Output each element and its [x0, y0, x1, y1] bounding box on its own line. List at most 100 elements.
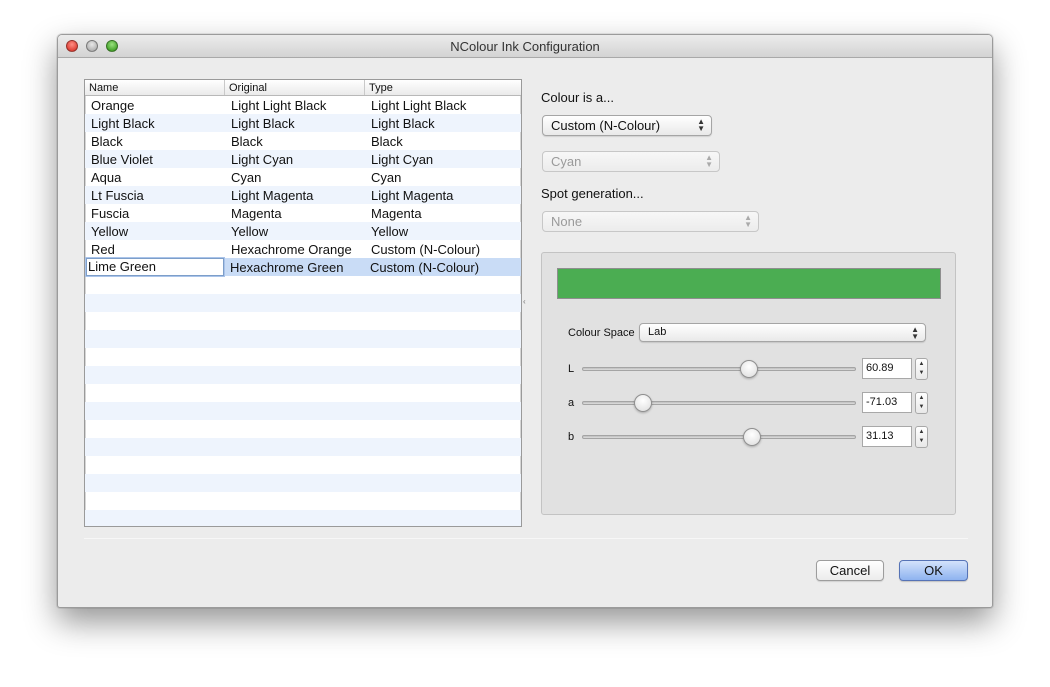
title-bar: NColour Ink Configuration [58, 35, 992, 58]
slider-knob[interactable] [739, 360, 758, 378]
cell-type: Black [371, 133, 403, 149]
column-header-type[interactable]: Type [365, 80, 521, 95]
channel-slider-b[interactable] [582, 428, 856, 446]
cell-name: Yellow [91, 223, 129, 239]
empty-table-row [85, 384, 521, 402]
cell-original: Yellow [231, 223, 269, 239]
popup-arrows-icon: ▲ ▼ [744, 213, 752, 229]
popup-arrows-icon: ▲ ▼ [911, 325, 919, 341]
ink-config-window: NColour Ink Configuration Name Original … [57, 34, 993, 608]
table-row[interactable]: Yellow Yellow Yellow [85, 222, 521, 240]
spot-generation-value: None [551, 214, 583, 229]
footer-divider [84, 538, 968, 539]
table-row[interactable]: Fuscia Magenta Magenta [85, 204, 521, 222]
cell-name: Light Black [91, 115, 155, 131]
secondary-colour-popup[interactable]: Cyan ▲ ▼ [542, 151, 720, 172]
channel-field-a[interactable]: -71.03 [862, 392, 912, 413]
popup-arrows-icon: ▲ ▼ [697, 117, 705, 133]
secondary-colour-value: Cyan [551, 154, 582, 169]
cell-type: Magenta [371, 205, 422, 221]
cell-original: Black [231, 133, 263, 149]
cell-original: Magenta [231, 205, 282, 221]
slider-track [582, 367, 856, 371]
cell-name: Lt Fuscia [91, 187, 144, 203]
column-header-name[interactable]: Name [85, 80, 225, 95]
cell-type: Custom (N-Colour) [371, 241, 481, 257]
colour-type-label: Colour is a... [541, 90, 614, 105]
empty-table-row [85, 420, 521, 438]
channel-label-b: b [568, 431, 575, 443]
channel-stepper-b[interactable]: ▲ ▼ [915, 426, 928, 448]
cell-name: Red [91, 241, 115, 257]
channel-slider-l[interactable] [582, 360, 856, 378]
cell-name: Aqua [91, 169, 122, 185]
cell-original: Light Cyan [231, 151, 294, 167]
table-row[interactable]: Black Black Black [85, 132, 521, 150]
spot-generation-label: Spot generation... [541, 186, 644, 201]
slider-track [582, 435, 856, 439]
cell-type: Cyan [371, 169, 402, 185]
cell-original: Cyan [231, 169, 262, 185]
table-row[interactable]: Light Black Light Black Light Black [85, 114, 521, 132]
cell-original: Hexachrome Green [230, 259, 344, 275]
table-row[interactable]: Orange Light Light Black Light Light Black [85, 96, 521, 114]
colour-space-value: Lab [648, 326, 667, 338]
empty-table-row [85, 276, 521, 294]
empty-table-row [85, 312, 521, 330]
window-title: NColour Ink Configuration [450, 39, 600, 54]
colour-space-label: Colour Space [568, 327, 635, 339]
slider-knob[interactable] [633, 394, 652, 412]
cancel-button[interactable]: Cancel [816, 560, 884, 581]
colour-swatch [557, 268, 941, 299]
cell-type: Custom (N-Colour) [370, 259, 480, 275]
empty-table-row [85, 348, 521, 366]
slider-knob[interactable] [743, 428, 762, 446]
channel-field-l[interactable]: 60.89 [862, 358, 912, 379]
table-row[interactable]: Blue Violet Light Cyan Light Cyan [85, 150, 521, 168]
table-row[interactable]: Lime Green Hexachrome Green Custom (N-Colo… [85, 258, 521, 276]
empty-table-row [85, 492, 521, 510]
cell-type: Light Black [371, 115, 435, 131]
empty-table-row [85, 438, 521, 456]
empty-table-row [85, 456, 521, 474]
table-row[interactable]: Red Hexachrome Orange Custom (N-Colour) [85, 240, 521, 258]
channel-stepper-l[interactable]: ▲ ▼ [915, 358, 928, 380]
cell-name: Fuscia [91, 205, 130, 221]
empty-table-row [85, 294, 521, 312]
popup-arrows-icon: ▲ ▼ [705, 153, 713, 169]
colour-editor-group: Colour Space Lab ▲ ▼ L 60.89 ▲ ▼ a -71.03 … [541, 252, 956, 515]
channel-label-a: a [568, 397, 575, 409]
colour-space-popup[interactable]: Lab ▲ ▼ [639, 323, 926, 342]
spot-generation-popup[interactable]: None ▲ ▼ [542, 211, 759, 232]
cell-name[interactable]: Lime Green [86, 258, 224, 276]
slider-track [582, 401, 856, 405]
channel-label-l: L [568, 363, 575, 375]
cell-type: Light Magenta [371, 187, 454, 203]
empty-table-row [85, 510, 521, 526]
cell-original: Light Black [231, 115, 295, 131]
colour-type-value: Custom (N-Colour) [551, 118, 661, 133]
cell-type: Yellow [371, 223, 409, 239]
table-row[interactable]: Lt Fuscia Light Magenta Light Magenta [85, 186, 521, 204]
colour-type-popup[interactable]: Custom (N-Colour) ▲ ▼ [542, 115, 712, 136]
ink-table[interactable]: Name Original Type Orange Light Light Bla… [84, 79, 522, 527]
cell-original: Light Light Black [231, 97, 327, 113]
ok-button[interactable]: OK [899, 560, 968, 581]
empty-table-row [85, 474, 521, 492]
split-view-handle[interactable]: ‹ [523, 297, 529, 306]
channel-slider-a[interactable] [582, 394, 856, 412]
empty-table-row [85, 330, 521, 348]
cell-type: Light Cyan [371, 151, 434, 167]
empty-table-row [85, 366, 521, 384]
column-header-original[interactable]: Original [225, 80, 365, 95]
empty-table-row [85, 402, 521, 420]
cell-original: Light Magenta [231, 187, 314, 203]
table-row[interactable]: Aqua Cyan Cyan [85, 168, 521, 186]
table-header: Name Original Type [85, 80, 521, 96]
channel-field-b[interactable]: 31.13 [862, 426, 912, 447]
cell-name: Orange [91, 97, 135, 113]
cell-type: Light Light Black [371, 97, 467, 113]
channel-stepper-a[interactable]: ▲ ▼ [915, 392, 928, 414]
cell-name: Blue Violet [91, 151, 153, 167]
cell-original: Hexachrome Orange [231, 241, 352, 257]
